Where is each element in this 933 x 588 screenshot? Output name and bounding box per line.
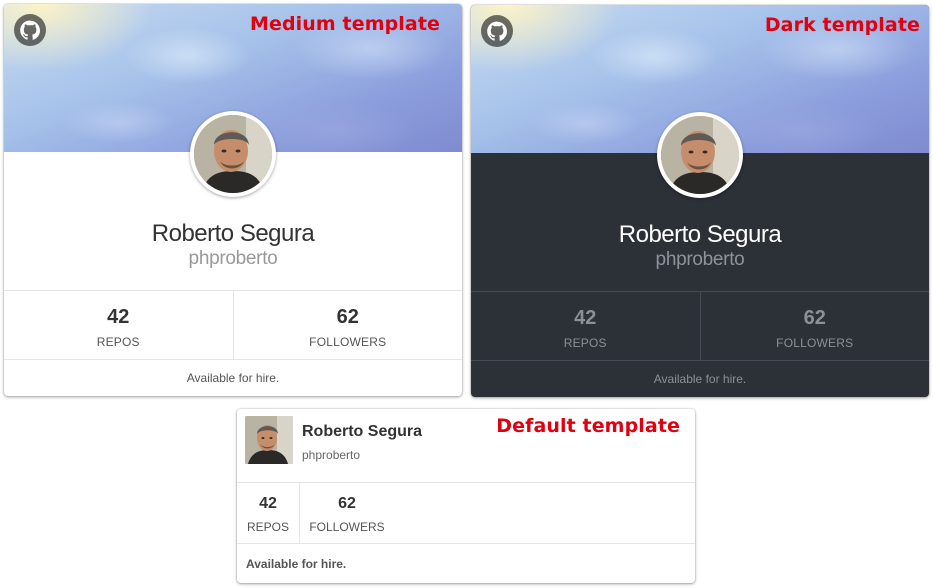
repos-stat[interactable]: 42 REPOS: [4, 291, 233, 359]
medium-template-card: Medium template Roberto Segura phprobert…: [4, 4, 462, 396]
repos-label: REPOS: [563, 336, 607, 350]
profile-username[interactable]: phproberto: [471, 249, 929, 271]
hire-status: Available for hire.: [653, 372, 747, 386]
repos-count: 42: [107, 306, 130, 328]
avatar[interactable]: [657, 112, 743, 198]
profile-name[interactable]: Roberto Segura: [4, 220, 462, 248]
followers-label: FOLLOWERS: [776, 336, 854, 350]
repos-stat[interactable]: 42 REPOS: [237, 483, 300, 543]
hire-status: Available for hire.: [186, 371, 280, 385]
avatar-photo: [661, 116, 739, 194]
repos-count: 42: [259, 495, 277, 512]
avatar-photo: [194, 115, 272, 193]
profile-username[interactable]: phproberto: [4, 248, 462, 270]
stats-bar: 42 REPOS 62 FOLLOWERS: [471, 291, 929, 361]
stats-bar: 42 REPOS 62 FOLLOWERS: [4, 290, 462, 360]
stats-bar: 42 REPOS 62 FOLLOWERS: [237, 482, 695, 544]
followers-label: FOLLOWERS: [309, 335, 387, 349]
followers-count: 62: [803, 307, 826, 329]
avatar[interactable]: [190, 111, 276, 197]
repos-stat[interactable]: 42 REPOS: [471, 292, 700, 360]
followers-stat[interactable]: 62 FOLLOWERS: [300, 483, 394, 543]
profile-name[interactable]: Roberto Segura: [302, 423, 422, 441]
hire-status: Available for hire.: [246, 557, 347, 571]
template-label: Dark template: [764, 14, 920, 36]
template-label: Medium template: [249, 13, 440, 35]
template-label: Default template: [496, 415, 680, 437]
repos-label: REPOS: [246, 520, 289, 534]
repos-label: REPOS: [96, 335, 140, 349]
github-icon[interactable]: [481, 15, 513, 47]
followers-label: FOLLOWERS: [309, 520, 385, 534]
github-icon[interactable]: [14, 14, 46, 46]
profile-name[interactable]: Roberto Segura: [471, 221, 929, 249]
dark-template-card: Dark template Roberto Segura phproberto …: [471, 5, 929, 397]
repos-count: 42: [574, 307, 597, 329]
default-template-card: Roberto Segura phproberto Default templa…: [237, 409, 695, 583]
followers-stat[interactable]: 62 FOLLOWERS: [232, 291, 463, 359]
avatar[interactable]: [245, 416, 293, 464]
profile-username[interactable]: phproberto: [302, 448, 360, 462]
followers-count: 62: [338, 495, 356, 512]
followers-count: 62: [336, 306, 359, 328]
followers-stat[interactable]: 62 FOLLOWERS: [699, 292, 930, 360]
